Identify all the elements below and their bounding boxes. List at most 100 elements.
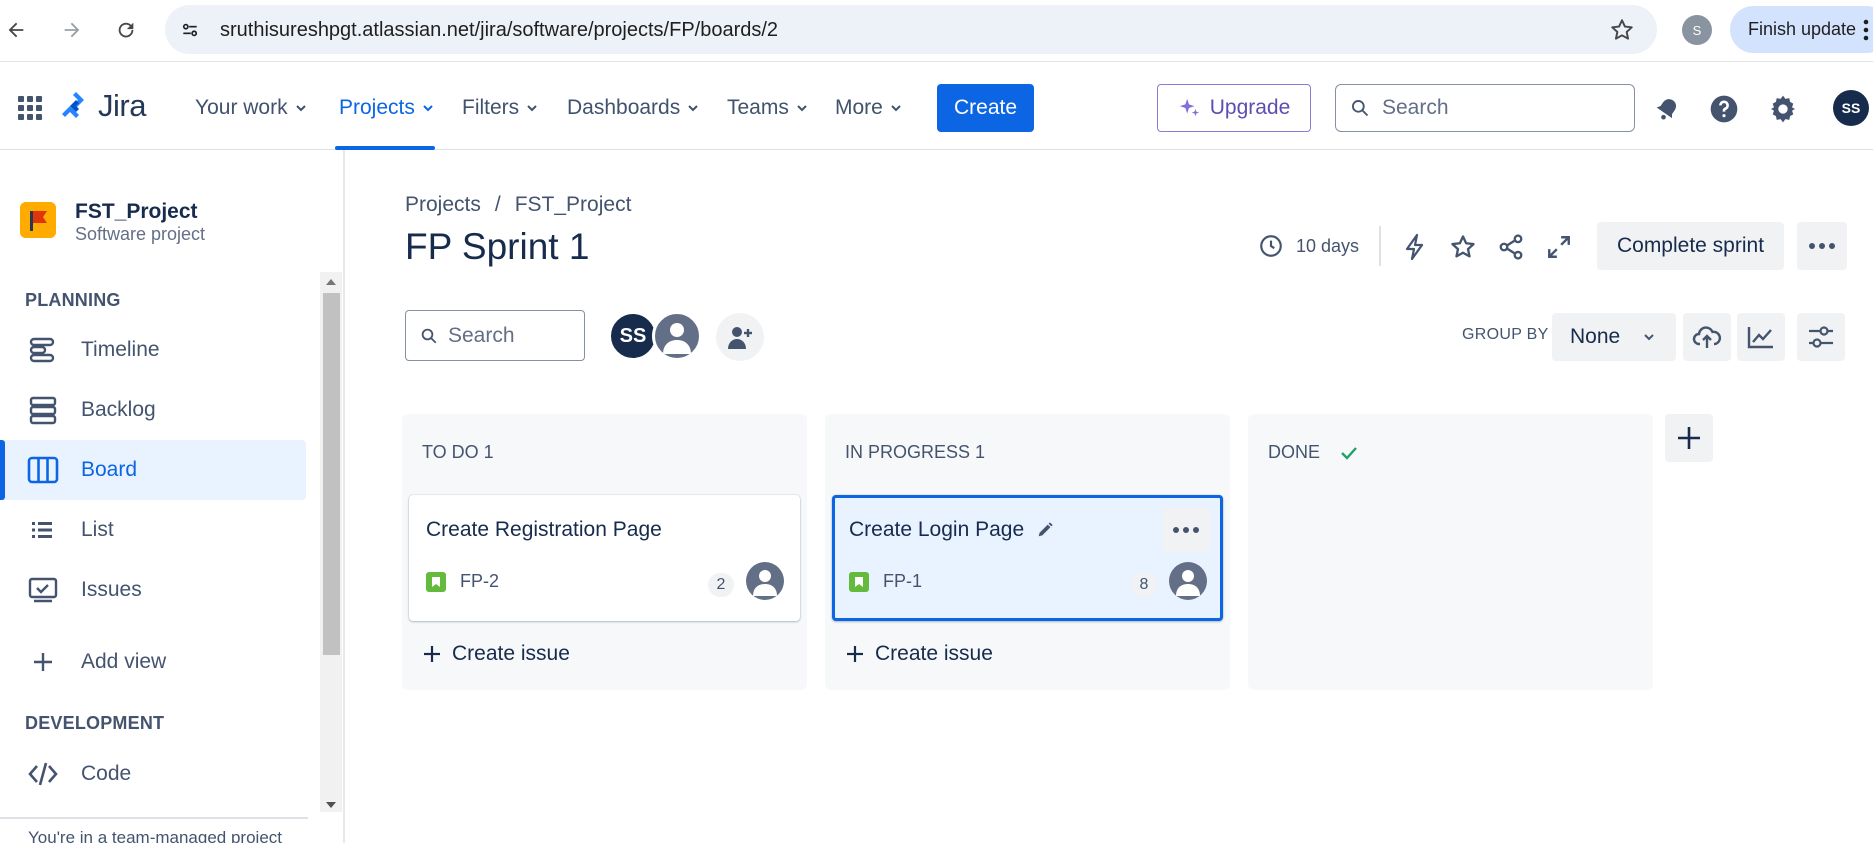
planning-heading: PLANNING — [25, 290, 121, 310]
sidebar-item-code[interactable]: Code — [0, 744, 306, 804]
nav-more-label: More — [835, 96, 883, 119]
star-icon[interactable] — [1445, 229, 1481, 265]
add-people-button[interactable] — [716, 313, 764, 361]
card-title-text: Create Login Page — [849, 518, 1025, 541]
add-column-button[interactable] — [1665, 414, 1713, 462]
checkmark-icon — [1341, 446, 1357, 460]
project-sidebar: FST_Project Software project PLANNING Ti… — [0, 150, 345, 843]
app-switcher-icon[interactable] — [16, 94, 44, 122]
settings-gear-icon[interactable] — [1766, 92, 1800, 126]
nav-projects[interactable]: Projects — [339, 96, 435, 120]
browser-menu-icon[interactable] — [1862, 18, 1870, 42]
plus-icon — [27, 646, 59, 678]
automation-lightning-icon[interactable] — [1397, 229, 1433, 265]
sidebar-item-label: Code — [81, 762, 132, 785]
board-column-done: DONE — [1248, 414, 1653, 690]
create-issue-label: Create issue — [452, 642, 570, 665]
sidebar-item-label: Board — [81, 458, 138, 481]
plus-icon — [1678, 427, 1700, 449]
sidebar-item-timeline[interactable]: Timeline — [0, 320, 306, 380]
scroll-up-arrow-icon[interactable] — [324, 277, 338, 287]
development-heading: DEVELOPMENT — [25, 713, 165, 733]
upgrade-button[interactable]: Upgrade — [1157, 84, 1311, 132]
create-issue-button[interactable]: Create issue — [422, 642, 570, 666]
global-search-placeholder: Search — [1382, 96, 1449, 119]
chevron-down-icon — [891, 105, 901, 112]
scroll-down-arrow-icon[interactable] — [324, 800, 338, 810]
insights-button[interactable] — [1737, 313, 1785, 361]
column-title: IN PROGRESS 1 — [845, 442, 986, 462]
release-cloud-button[interactable] — [1683, 313, 1731, 361]
nav-dashboards[interactable]: Dashboards — [567, 96, 700, 120]
card-title: Create Login Page — [849, 518, 1054, 542]
plus-icon — [424, 646, 440, 662]
expand-icon[interactable] — [1541, 229, 1577, 265]
issue-card[interactable]: Create Registration Page FP-2 2 — [409, 495, 800, 621]
breadcrumb-projects[interactable]: Projects — [405, 193, 481, 217]
forward-icon[interactable] — [56, 14, 88, 46]
sidebar-item-label: Backlog — [81, 398, 156, 421]
column-title: DONE — [1268, 442, 1321, 462]
sidebar-scroll-thumb[interactable] — [323, 293, 340, 655]
group-by-select[interactable]: None — [1552, 313, 1676, 361]
more-horizontal-icon — [1809, 243, 1835, 249]
trend-chart-icon — [1747, 327, 1773, 349]
global-search-input[interactable]: Search — [1335, 84, 1635, 132]
card-more-actions-button[interactable] — [1162, 508, 1210, 552]
address-bar[interactable]: sruthisureshpgt.atlassian.net/jira/softw… — [165, 5, 1657, 54]
share-icon[interactable] — [1493, 229, 1529, 265]
assignee-avatar-icon[interactable] — [1169, 562, 1207, 600]
jira-logo[interactable]: Jira — [60, 88, 146, 124]
edit-pencil-icon[interactable] — [1036, 521, 1054, 539]
url-text[interactable]: sruthisureshpgt.atlassian.net/jira/softw… — [220, 19, 778, 42]
project-avatar-icon[interactable] — [20, 202, 56, 238]
sidebar-item-issues[interactable]: Issues — [0, 560, 306, 620]
breadcrumb-project[interactable]: FST_Project — [515, 193, 632, 217]
complete-sprint-button[interactable]: Complete sprint — [1597, 222, 1784, 270]
column-header: TO DO 1 — [422, 442, 494, 463]
create-issue-button[interactable]: Create issue — [845, 642, 993, 666]
column-header: IN PROGRESS 1 — [845, 442, 985, 463]
project-type: Software project — [75, 224, 206, 244]
more-actions-button[interactable] — [1797, 222, 1847, 270]
nav-your-work[interactable]: Your work — [195, 96, 308, 120]
reload-icon[interactable] — [110, 14, 142, 46]
chevron-down-icon — [797, 105, 807, 112]
breadcrumb: Projects / FST_Project — [405, 193, 631, 217]
issue-card[interactable]: Create Login Page FP-1 8 — [832, 495, 1223, 621]
days-remaining-label: 10 days — [1296, 235, 1360, 256]
notifications-icon[interactable] — [1650, 92, 1684, 126]
nav-filters[interactable]: Filters — [462, 96, 539, 120]
back-icon[interactable] — [0, 14, 32, 46]
browser-profile-avatar[interactable]: S — [1682, 15, 1712, 45]
nav-teams[interactable]: Teams — [727, 96, 809, 120]
assignee-avatar-icon[interactable] — [746, 562, 784, 600]
sidebar-item-backlog[interactable]: Backlog — [0, 380, 306, 440]
bookmark-star-icon[interactable] — [1609, 17, 1635, 43]
finish-update-button[interactable]: Finish update — [1730, 6, 1873, 53]
column-header: DONE — [1268, 442, 1358, 463]
sprint-time-remaining[interactable]: 10 days — [1258, 233, 1359, 259]
nav-dashboards-label: Dashboards — [567, 96, 681, 119]
page-title: FP Sprint 1 — [405, 226, 590, 267]
plus-icon — [847, 646, 863, 662]
card-title: Create Registration Page — [426, 518, 662, 542]
chevron-down-icon — [1644, 334, 1654, 341]
sidebar-item-board[interactable]: Board — [0, 440, 306, 500]
issue-key[interactable]: FP-2 — [460, 571, 499, 592]
issue-key[interactable]: FP-1 — [883, 571, 922, 592]
unassigned-avatar-icon[interactable] — [652, 311, 702, 361]
view-settings-button[interactable] — [1797, 313, 1845, 361]
user-avatar[interactable]: SS — [1833, 90, 1869, 126]
nav-more[interactable]: More — [835, 96, 903, 120]
board-search-input[interactable]: Search — [405, 310, 585, 361]
project-name[interactable]: FST_Project — [75, 200, 198, 224]
sidebar-item-list[interactable]: List — [0, 500, 306, 560]
column-title: TO DO 1 — [422, 442, 494, 462]
create-button[interactable]: Create — [937, 84, 1034, 132]
site-info-icon[interactable] — [177, 17, 203, 43]
add-view-button[interactable]: Add view — [0, 632, 306, 692]
story-points-badge: 8 — [1131, 573, 1157, 597]
help-icon[interactable] — [1707, 92, 1741, 126]
assignee-filter-avatar[interactable]: SS — [608, 311, 658, 361]
